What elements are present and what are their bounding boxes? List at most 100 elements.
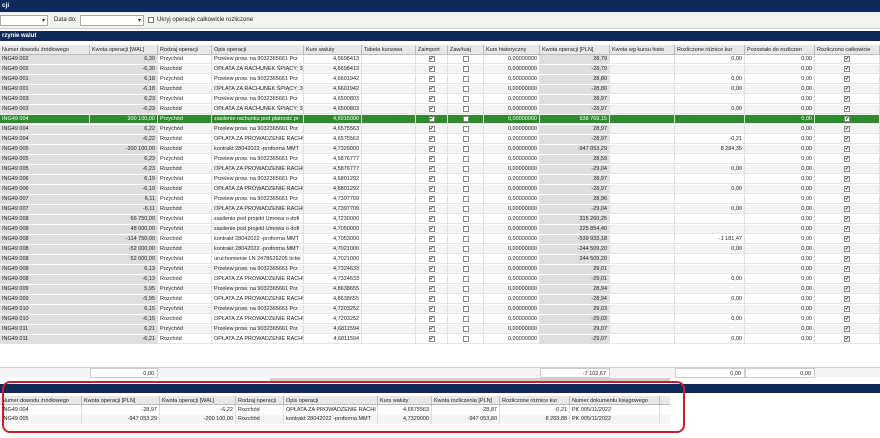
checkbox[interactable] xyxy=(462,65,469,72)
cell-imp[interactable]: ✔ xyxy=(416,75,448,84)
cell-imp[interactable]: ✔ xyxy=(416,295,448,304)
checkbox[interactable]: ✔ xyxy=(428,125,435,132)
cell-imp[interactable]: ✔ xyxy=(416,165,448,174)
table-row[interactable]: ING49 008 -52 000,00 Rozchód kontrakt 28042… xyxy=(0,245,880,254)
checkbox[interactable] xyxy=(462,335,469,342)
checkbox[interactable] xyxy=(462,185,469,192)
hide-settled-checkbox[interactable] xyxy=(148,17,154,23)
checkbox[interactable]: ✔ xyxy=(428,255,435,262)
checkbox[interactable]: ✔ xyxy=(844,85,850,92)
table-row[interactable]: ING49 008 -114 750,00 Rozchód kontrakt 2804… xyxy=(0,235,880,244)
checkbox[interactable] xyxy=(462,75,469,82)
cell-zaw[interactable] xyxy=(448,325,484,334)
cell-imp[interactable]: ✔ xyxy=(416,95,448,104)
column-header[interactable]: Rodzaj operacji xyxy=(158,45,212,55)
table-row[interactable]: ING49 004 200 100,00 Przychód zasilenie rac… xyxy=(0,115,880,124)
checkbox[interactable] xyxy=(462,305,469,312)
table-row[interactable]: ING49 009 -5,95 Rozchód OPŁATA ZA PROWADZEN… xyxy=(0,295,880,304)
cell-imp[interactable]: ✔ xyxy=(416,335,448,344)
checkbox[interactable]: ✔ xyxy=(844,275,850,282)
table-row[interactable]: ING49 006 6,19 Przychód Przelew prow. na 90… xyxy=(0,175,880,184)
account-dropdown[interactable]: ▾ xyxy=(0,15,48,26)
checkbox[interactable]: ✔ xyxy=(428,155,435,162)
checkbox[interactable]: ✔ xyxy=(844,135,850,142)
column-header[interactable]: Rozliczono całkowicie xyxy=(815,45,880,55)
checkbox[interactable]: ✔ xyxy=(844,125,850,132)
cell-imp[interactable]: ✔ xyxy=(416,285,448,294)
checkbox[interactable]: ✔ xyxy=(844,245,850,252)
cell-zaw[interactable] xyxy=(448,115,484,124)
checkbox[interactable]: ✔ xyxy=(428,315,435,322)
cell-done[interactable]: ✔ xyxy=(815,335,880,344)
cell-done[interactable]: ✔ xyxy=(815,285,880,294)
table-row[interactable]: ING49 010 -6,15 Rozchód OPŁATA ZA PROWADZEN… xyxy=(0,315,880,324)
checkbox[interactable]: ✔ xyxy=(428,225,435,232)
cell-zaw[interactable] xyxy=(448,175,484,184)
cell-zaw[interactable] xyxy=(448,305,484,314)
table-row[interactable]: ING49 008 52 000,00 Przychód uruchomienie L… xyxy=(0,255,880,264)
cell-done[interactable]: ✔ xyxy=(815,295,880,304)
table-row[interactable]: ING49 003 -6,23 Rozchód OPŁATA ZA RACHUNEK … xyxy=(0,105,880,114)
cell-done[interactable]: ✔ xyxy=(815,325,880,334)
cell-zaw[interactable] xyxy=(448,295,484,304)
cell-imp[interactable]: ✔ xyxy=(416,245,448,254)
table-row[interactable]: ING49 007 6,11 Przychód Przelew prow. na 90… xyxy=(0,195,880,204)
cell-zaw[interactable] xyxy=(448,275,484,284)
cell-zaw[interactable] xyxy=(448,195,484,204)
column-header[interactable]: Numer dowodu źródłowego xyxy=(0,45,90,55)
cell-zaw[interactable] xyxy=(448,205,484,214)
cell-imp[interactable]: ✔ xyxy=(416,115,448,124)
column-header[interactable]: Rozliczone różnice kur xyxy=(675,45,745,55)
cell-imp[interactable]: ✔ xyxy=(416,275,448,284)
cell-imp[interactable]: ✔ xyxy=(416,155,448,164)
checkbox[interactable]: ✔ xyxy=(428,275,435,282)
table-row[interactable]: ING49 002 6,30 Przychód Przelew prow. na 90… xyxy=(0,55,880,64)
checkbox[interactable] xyxy=(462,245,469,252)
checkbox[interactable]: ✔ xyxy=(428,185,435,192)
cell-zaw[interactable] xyxy=(448,145,484,154)
cell-zaw[interactable] xyxy=(448,135,484,144)
cell-imp[interactable]: ✔ xyxy=(416,185,448,194)
cell-imp[interactable]: ✔ xyxy=(416,315,448,324)
cell-zaw[interactable] xyxy=(448,125,484,134)
checkbox[interactable]: ✔ xyxy=(844,185,850,192)
checkbox[interactable]: ✔ xyxy=(428,215,435,222)
cell-done[interactable]: ✔ xyxy=(815,155,880,164)
cell-done[interactable]: ✔ xyxy=(815,265,880,274)
cell-zaw[interactable] xyxy=(448,265,484,274)
checkbox[interactable]: ✔ xyxy=(428,325,435,332)
table-row[interactable]: ING49 010 6,15 Przychód Przelew prow. na 90… xyxy=(0,305,880,314)
checkbox[interactable]: ✔ xyxy=(844,195,850,202)
checkbox[interactable] xyxy=(462,145,469,152)
checkbox[interactable]: ✔ xyxy=(844,295,850,302)
cell-done[interactable]: ✔ xyxy=(815,105,880,114)
table-row[interactable]: ING49 008 48 000,00 Przychód zasilenie pod … xyxy=(0,225,880,234)
checkbox[interactable]: ✔ xyxy=(844,325,850,332)
cell-imp[interactable]: ✔ xyxy=(416,195,448,204)
cell-imp[interactable]: ✔ xyxy=(416,305,448,314)
checkbox[interactable]: ✔ xyxy=(428,115,435,122)
column-header[interactable]: Zaimport xyxy=(416,45,448,55)
checkbox[interactable] xyxy=(462,285,469,292)
cell-imp[interactable]: ✔ xyxy=(416,225,448,234)
cell-done[interactable]: ✔ xyxy=(815,55,880,64)
checkbox[interactable]: ✔ xyxy=(844,335,850,342)
checkbox[interactable] xyxy=(462,155,469,162)
cell-imp[interactable]: ✔ xyxy=(416,65,448,74)
cell-done[interactable]: ✔ xyxy=(815,315,880,324)
checkbox[interactable]: ✔ xyxy=(844,175,850,182)
table-row[interactable]: ING49 009 5,95 Przychód Przelew prow. na 90… xyxy=(0,285,880,294)
column-header[interactable]: Pozostało do rozliczen xyxy=(745,45,815,55)
checkbox[interactable] xyxy=(462,125,469,132)
checkbox[interactable]: ✔ xyxy=(844,205,850,212)
checkbox[interactable] xyxy=(462,325,469,332)
cell-zaw[interactable] xyxy=(448,185,484,194)
checkbox[interactable]: ✔ xyxy=(844,255,850,262)
checkbox[interactable] xyxy=(462,255,469,262)
cell-done[interactable]: ✔ xyxy=(815,85,880,94)
cell-zaw[interactable] xyxy=(448,165,484,174)
table-row[interactable]: ING49 001 -6,18 Rozchód OPŁATA ZA RACHUNEK … xyxy=(0,85,880,94)
cell-imp[interactable]: ✔ xyxy=(416,325,448,334)
cell-zaw[interactable] xyxy=(448,315,484,324)
checkbox[interactable]: ✔ xyxy=(844,65,850,72)
